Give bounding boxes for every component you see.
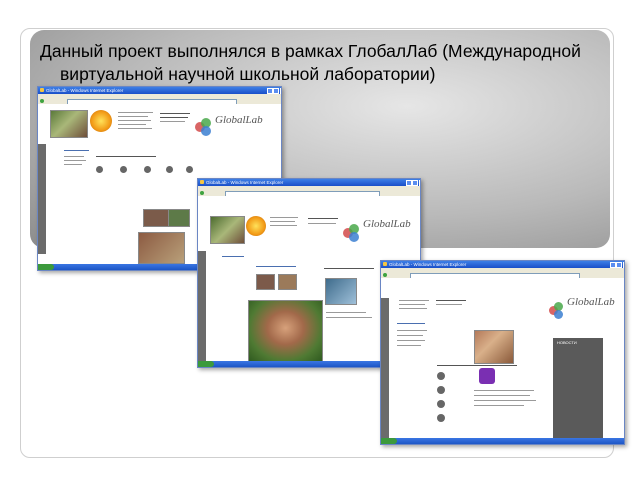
window-title: GlobalLab - Windows Internet Explorer xyxy=(389,262,467,267)
text-line xyxy=(397,330,427,332)
section-heading xyxy=(64,150,89,152)
text-line xyxy=(474,405,524,407)
text-line xyxy=(326,317,372,319)
browser-titlebar: GlobalLab - Windows Internet Explorer xyxy=(198,179,420,186)
photo-thumb xyxy=(168,209,190,227)
kids-photo xyxy=(50,110,88,138)
window-controls xyxy=(405,180,420,186)
heading-line xyxy=(96,156,156,158)
text-line xyxy=(118,124,146,126)
section-heading xyxy=(222,256,244,258)
tool-icon xyxy=(437,400,445,408)
globallab-logo: GlobalLab xyxy=(193,112,263,142)
text-line xyxy=(308,218,338,220)
slide-title-line-2: виртуальной научной школьной лаборатории… xyxy=(60,64,436,84)
photo-thumb xyxy=(256,274,275,290)
left-nav xyxy=(38,144,46,254)
text-line xyxy=(160,113,190,115)
news-label: НОВОСТИ xyxy=(557,340,577,345)
left-nav xyxy=(381,298,389,438)
start-button xyxy=(381,438,397,444)
ie-icon xyxy=(200,180,204,184)
globallab-logo: GlobalLab xyxy=(549,296,624,324)
news-panel xyxy=(553,338,603,438)
back-icon xyxy=(40,99,44,103)
text-line xyxy=(118,112,153,114)
text-line xyxy=(474,390,534,392)
nav-link xyxy=(64,164,82,166)
text-line xyxy=(436,304,462,306)
sun-image xyxy=(90,110,112,132)
text-line xyxy=(399,300,429,302)
photo-thumb xyxy=(143,209,169,227)
nav-link xyxy=(64,156,84,158)
browser-titlebar: GlobalLab - Windows Internet Explorer xyxy=(38,87,281,94)
window-title: GlobalLab - Windows Internet Explorer xyxy=(46,88,124,93)
text-line xyxy=(399,304,425,306)
slide-title: Данный проект выполнялся в рамках Глобал… xyxy=(40,40,605,86)
tool-icon xyxy=(437,386,445,394)
back-icon xyxy=(383,273,387,277)
window-controls xyxy=(266,88,281,94)
left-nav xyxy=(198,251,206,361)
ie-icon xyxy=(383,262,387,266)
taskbar xyxy=(381,438,624,444)
back-icon xyxy=(200,191,204,195)
kids-photo xyxy=(474,330,514,364)
tool-icon xyxy=(186,166,193,173)
tool-icon xyxy=(144,166,151,173)
tool-icon xyxy=(437,414,445,422)
text-line xyxy=(397,335,423,337)
heading-line xyxy=(324,268,374,270)
text-line xyxy=(160,117,188,119)
text-line xyxy=(474,395,530,397)
photo-thumb xyxy=(325,278,357,305)
globe-project-icon xyxy=(479,368,495,384)
text-line xyxy=(160,121,185,123)
tool-icon xyxy=(166,166,173,173)
section-heading xyxy=(397,323,425,325)
girl-photo xyxy=(248,300,323,362)
text-line xyxy=(399,308,427,310)
text-line xyxy=(118,116,148,118)
text-line xyxy=(270,225,297,227)
tool-icon xyxy=(437,372,445,380)
text-line xyxy=(436,300,466,302)
tool-icon xyxy=(96,166,103,173)
nav-link xyxy=(64,160,86,162)
start-button xyxy=(198,361,214,367)
tool-icon xyxy=(120,166,127,173)
browser-titlebar: GlobalLab - Windows Internet Explorer xyxy=(381,261,624,268)
text-line xyxy=(326,312,366,314)
text-line xyxy=(397,345,421,347)
page-content: GlobalLab НОВОСТИ xyxy=(381,278,624,438)
text-line xyxy=(270,221,295,223)
heading-line xyxy=(437,365,517,367)
text-line xyxy=(118,128,152,130)
photo-thumb xyxy=(278,274,297,290)
text-line xyxy=(270,217,298,219)
text-line xyxy=(474,400,536,402)
sun-image xyxy=(246,216,266,236)
kids-photo xyxy=(138,232,185,264)
globallab-logo: GlobalLab xyxy=(343,216,418,246)
ie-icon xyxy=(40,88,44,92)
text-line xyxy=(397,340,425,342)
slide-title-line-1: Данный проект выполнялся в рамках Глобал… xyxy=(40,41,581,61)
kids-photo xyxy=(210,216,245,244)
window-controls xyxy=(609,262,624,268)
screenshot-3: GlobalLab - Windows Internet Explorer Gl… xyxy=(380,260,625,445)
tab-strip xyxy=(256,266,296,268)
start-button xyxy=(38,264,54,270)
window-title: GlobalLab - Windows Internet Explorer xyxy=(206,180,284,185)
text-line xyxy=(308,223,336,225)
text-line xyxy=(118,120,151,122)
